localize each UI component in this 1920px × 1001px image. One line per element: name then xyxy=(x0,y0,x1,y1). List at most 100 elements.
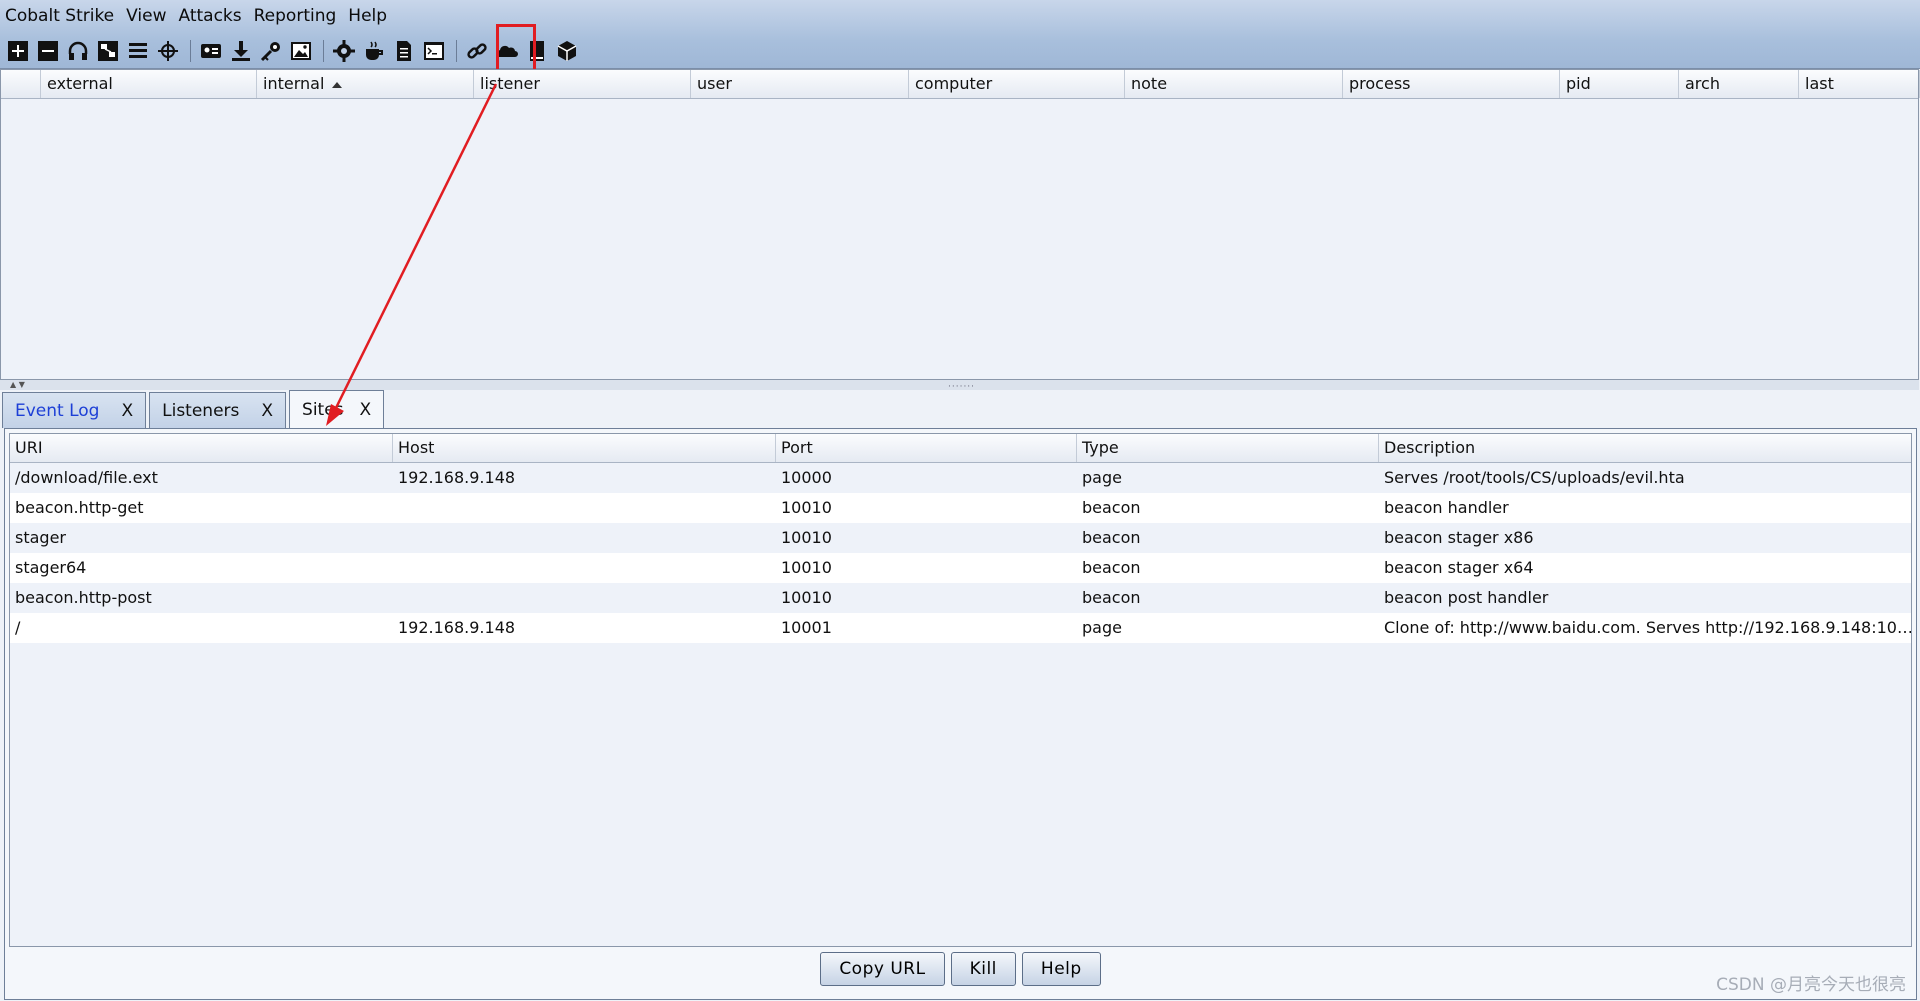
watermark: CSDN @月亮今天也很亮 xyxy=(1716,975,1906,995)
app-chrome: Cobalt Strike View Attacks Reporting Hel… xyxy=(0,0,1920,72)
split-pane-divider[interactable]: ▲ ▼ ······· xyxy=(0,380,1919,392)
description-cell: beacon stager x64 xyxy=(1384,558,1534,577)
column-header-note[interactable]: note xyxy=(1125,70,1343,98)
keystrokes-icon[interactable] xyxy=(257,37,285,65)
type-cell: beacon xyxy=(1082,588,1141,607)
menu-bar: Cobalt Strike View Attacks Reporting Hel… xyxy=(0,0,399,32)
table-row[interactable]: beacon.http-post 10010 beacon beacon post h… xyxy=(10,583,1911,613)
menu-reporting[interactable]: Reporting xyxy=(254,6,337,26)
column-header-user[interactable]: user xyxy=(691,70,909,98)
sites-table-header: URI Host Port Type Description xyxy=(10,434,1911,463)
java-icon[interactable] xyxy=(360,37,388,65)
credentials-icon[interactable] xyxy=(197,37,225,65)
toolbar-separator xyxy=(323,40,324,62)
sites-button-bar: Copy URL Kill Help xyxy=(5,952,1916,992)
host-cell: 192.168.9.148 xyxy=(398,618,516,637)
description-cell: Clone of: http://www.baidu.com. Serves h… xyxy=(1384,618,1912,637)
column-header-host[interactable]: Host xyxy=(393,434,776,462)
sessions-table-header: external internal listener user computer… xyxy=(1,70,1920,99)
table-row[interactable]: /download/file.ext 192.168.9.148 10000 page… xyxy=(10,463,1911,493)
tab-listeners-label: Listeners xyxy=(162,400,240,421)
column-header-last[interactable]: last xyxy=(1799,70,1920,98)
menu-cobalt-strike[interactable]: Cobalt Strike xyxy=(5,6,114,26)
package-icon[interactable] xyxy=(553,37,581,65)
column-header-arch[interactable]: arch xyxy=(1679,70,1799,98)
screenshots-icon[interactable] xyxy=(287,37,315,65)
console-icon[interactable] xyxy=(420,37,448,65)
port-cell: 10010 xyxy=(781,558,832,577)
targets-icon[interactable] xyxy=(154,37,182,65)
table-row[interactable]: beacon.http-get 10010 beacon beacon handler xyxy=(10,493,1911,523)
sites-table-body: /download/file.ext 192.168.9.148 10000 page… xyxy=(10,463,1911,643)
column-header-uri[interactable]: URI xyxy=(10,434,393,462)
port-cell: 10000 xyxy=(781,468,832,487)
column-header-type[interactable]: Type xyxy=(1077,434,1379,462)
uri-cell: stager64 xyxy=(15,558,87,577)
headphones-icon[interactable] xyxy=(64,37,92,65)
gear-icon[interactable] xyxy=(330,37,358,65)
link-icon[interactable] xyxy=(463,37,491,65)
description-cell: beacon handler xyxy=(1384,498,1509,517)
column-header-computer[interactable]: computer xyxy=(909,70,1125,98)
disconnect-icon[interactable] xyxy=(34,37,62,65)
host-cell: 192.168.9.148 xyxy=(398,468,516,487)
help-button[interactable]: Help xyxy=(1021,952,1101,986)
column-header-port[interactable]: Port xyxy=(776,434,1077,462)
tab-listeners[interactable]: Listeners X xyxy=(149,392,287,428)
sites-table: URI Host Port Type Description /download… xyxy=(9,433,1912,947)
kill-button[interactable]: Kill xyxy=(950,952,1016,986)
pivot-graph-icon[interactable] xyxy=(94,37,122,65)
highlight-box xyxy=(496,24,536,72)
uri-cell: stager xyxy=(15,528,66,547)
port-cell: 10010 xyxy=(781,588,832,607)
column-header-listener[interactable]: listener xyxy=(474,70,691,98)
menu-attacks[interactable]: Attacks xyxy=(178,6,241,26)
uri-cell: /download/file.ext xyxy=(15,468,158,487)
description-cell: beacon stager x86 xyxy=(1384,528,1534,547)
uri-cell: beacon.http-post xyxy=(15,588,152,607)
tab-event-log-close-icon[interactable]: X xyxy=(121,401,133,421)
tab-listeners-close-icon[interactable]: X xyxy=(261,401,273,421)
document-icon[interactable] xyxy=(390,37,418,65)
type-cell: beacon xyxy=(1082,558,1141,577)
column-header-process[interactable]: process xyxy=(1343,70,1560,98)
uri-cell: beacon.http-get xyxy=(15,498,144,517)
description-cell: Serves /root/tools/CS/uploads/evil.hta xyxy=(1384,468,1685,487)
downloads-icon[interactable] xyxy=(227,37,255,65)
column-header-description[interactable]: Description xyxy=(1379,434,1911,462)
table-row[interactable]: stager 10010 beacon beacon stager x86 xyxy=(10,523,1911,553)
type-cell: page xyxy=(1082,468,1122,487)
column-header-internal[interactable]: internal xyxy=(257,70,474,98)
copy-url-button[interactable]: Copy URL xyxy=(820,952,945,986)
host-cell xyxy=(393,523,776,553)
tab-sites-close-icon[interactable]: X xyxy=(360,400,372,420)
tab-sites-label: Sites xyxy=(302,399,344,420)
tab-event-log-label: Event Log xyxy=(15,400,100,421)
new-connection-icon[interactable] xyxy=(4,37,32,65)
port-cell: 10001 xyxy=(781,618,832,637)
column-header-pid[interactable]: pid xyxy=(1560,70,1679,98)
host-cell xyxy=(393,553,776,583)
type-cell: page xyxy=(1082,618,1122,637)
menu-help[interactable]: Help xyxy=(348,6,387,26)
toolbar-separator xyxy=(456,40,457,62)
toolbar-separator xyxy=(190,40,191,62)
port-cell: 10010 xyxy=(781,498,832,517)
column-header-external[interactable]: external xyxy=(41,70,257,98)
sort-ascending-icon xyxy=(332,81,343,88)
collapse-arrows-icon[interactable]: ▲ ▼ xyxy=(10,380,25,389)
menu-view[interactable]: View xyxy=(126,6,166,26)
tab-event-log[interactable]: Event Log X xyxy=(2,392,147,428)
type-cell: beacon xyxy=(1082,528,1141,547)
table-row[interactable]: / 192.168.9.148 10001 page Clone of: http://… xyxy=(10,613,1911,643)
column-header-icon[interactable] xyxy=(1,70,41,98)
host-cell xyxy=(393,583,776,613)
type-cell: beacon xyxy=(1082,498,1141,517)
port-cell: 10010 xyxy=(781,528,832,547)
uri-cell: / xyxy=(15,618,21,637)
drag-handle-icon[interactable]: ······· xyxy=(948,382,975,392)
session-table-icon[interactable] xyxy=(124,37,152,65)
sessions-table: external internal listener user computer… xyxy=(0,69,1920,380)
tab-sites[interactable]: Sites X xyxy=(289,390,385,428)
table-row[interactable]: stager64 10010 beacon beacon stager x64 xyxy=(10,553,1911,583)
